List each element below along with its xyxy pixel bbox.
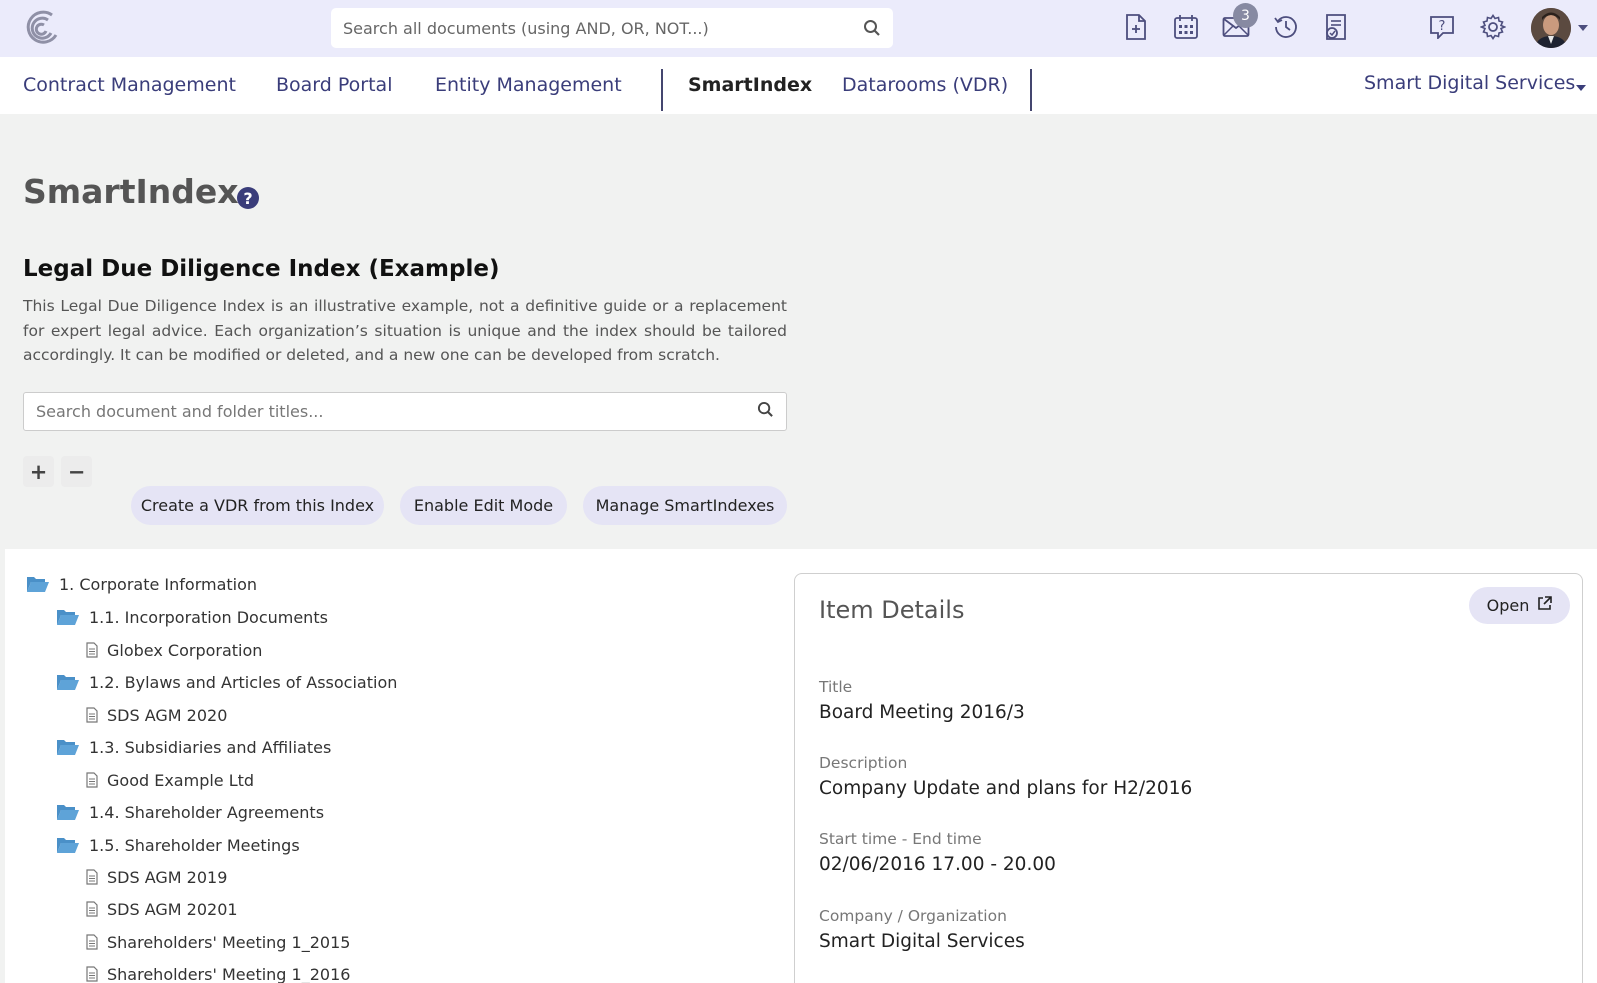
global-search-placeholder: Search all documents (using AND, OR, NOT…: [343, 18, 709, 38]
document-icon: [86, 869, 98, 885]
tree-folder[interactable]: 1.1. Incorporation Documents: [56, 605, 328, 629]
field-company-value: Smart Digital Services: [819, 931, 1025, 952]
nav-datarooms[interactable]: Datarooms (VDR): [842, 74, 1008, 96]
folder-open-icon: [56, 608, 80, 626]
tree-folder[interactable]: 1.4. Shareholder Agreements: [56, 800, 324, 824]
tree-file[interactable]: SDS AGM 20201: [86, 897, 238, 921]
folder-open-icon: [26, 575, 50, 593]
document-icon: [86, 901, 98, 917]
tree-label: SDS AGM 20201: [107, 899, 238, 919]
nav-contract-management[interactable]: Contract Management: [23, 74, 236, 96]
open-item-button[interactable]: Open: [1469, 587, 1570, 624]
field-description-label: Description: [819, 754, 908, 772]
tree-folder[interactable]: 1.3. Subsidiaries and Affiliates: [56, 735, 331, 759]
field-time-label: Start time - End time: [819, 830, 982, 848]
user-menu-chevron-icon[interactable]: [1578, 25, 1588, 31]
manage-smartindexes-button[interactable]: Manage SmartIndexes: [583, 486, 787, 525]
document-icon: [86, 934, 98, 950]
tree-label: SDS AGM 2019: [107, 867, 228, 887]
tree-label: SDS AGM 2020: [107, 705, 228, 725]
create-vdr-button[interactable]: Create a VDR from this Index: [131, 486, 384, 525]
expand-all-button[interactable]: +: [23, 456, 54, 487]
settings-gear-icon[interactable]: [1478, 12, 1508, 42]
document-icon: [86, 966, 98, 982]
folder-open-icon: [56, 836, 80, 854]
search-icon[interactable]: [863, 19, 881, 37]
chevron-down-icon[interactable]: [1576, 85, 1586, 91]
item-details-title: Item Details: [819, 596, 965, 624]
document-icon: [86, 642, 98, 658]
item-details-card: Item Details Open Title Board Meeting 20…: [794, 573, 1583, 983]
organization-selector[interactable]: Smart Digital Services: [1364, 72, 1575, 94]
search-icon[interactable]: [757, 401, 774, 422]
svg-text:?: ?: [1439, 19, 1446, 34]
tree-label: Shareholders' Meeting 1_2016: [107, 964, 351, 983]
field-title-label: Title: [819, 678, 853, 696]
tree-label: 1.4. Shareholder Agreements: [89, 802, 325, 822]
index-description: This Legal Due Diligence Index is an ill…: [23, 297, 787, 364]
tree-folder[interactable]: 1. Corporate Information: [26, 572, 257, 596]
notification-badge: 3: [1233, 3, 1258, 28]
tree-label: 1. Corporate Information: [59, 574, 258, 594]
tree-folder[interactable]: 1.2. Bylaws and Articles of Association: [56, 670, 397, 694]
tree-file[interactable]: Globex Corporation: [86, 638, 262, 662]
folder-open-icon: [56, 738, 80, 756]
help-chat-icon[interactable]: ?: [1427, 12, 1457, 42]
module-nav: Contract Management Board Portal Entity …: [0, 57, 1597, 114]
nav-smartindex[interactable]: SmartIndex: [688, 74, 812, 96]
tree-label: 1.5. Shareholder Meetings: [89, 835, 300, 855]
field-company-label: Company / Organization: [819, 907, 1007, 925]
tree-folder[interactable]: 1.5. Shareholder Meetings: [56, 833, 300, 857]
tree-search-input[interactable]: Search document and folder titles...: [23, 392, 787, 431]
tree-label: Good Example Ltd: [107, 770, 255, 790]
calendar-icon[interactable]: [1171, 12, 1201, 42]
tree-file[interactable]: Good Example Ltd: [86, 768, 254, 792]
top-bar: Search all documents (using AND, OR, NOT…: [0, 0, 1597, 57]
reports-icon[interactable]: [1321, 12, 1351, 42]
tree-label: Shareholders' Meeting 1_2015: [107, 932, 351, 952]
tree-label: Globex Corporation: [107, 640, 263, 660]
enable-edit-mode-button[interactable]: Enable Edit Mode: [400, 486, 567, 525]
folder-open-icon: [56, 673, 80, 691]
tree-file[interactable]: SDS AGM 2019: [86, 865, 227, 889]
tree-file[interactable]: Shareholders' Meeting 1_2016: [86, 962, 350, 983]
new-document-icon[interactable]: [1121, 12, 1151, 42]
document-icon: [86, 772, 98, 788]
tree-label: 1.2. Bylaws and Articles of Association: [89, 672, 398, 692]
nav-divider: [661, 69, 663, 111]
tree-file[interactable]: SDS AGM 2020: [86, 703, 227, 727]
history-icon[interactable]: [1271, 12, 1301, 42]
question-circle-icon[interactable]: ?: [237, 187, 259, 209]
tree-file[interactable]: Shareholders' Meeting 1_2015: [86, 930, 350, 954]
field-time-value: 02/06/2016 17.00 - 20.00: [819, 854, 1056, 875]
tree-label: 1.3. Subsidiaries and Affiliates: [89, 737, 332, 757]
nav-entity-management[interactable]: Entity Management: [435, 74, 622, 96]
collapse-all-button[interactable]: −: [61, 456, 92, 487]
document-icon: [86, 707, 98, 723]
field-description-value: Company Update and plans for H2/2016: [819, 778, 1193, 799]
index-title: Legal Due Diligence Index (Example): [23, 256, 500, 282]
open-button-label: Open: [1486, 596, 1530, 615]
app-logo-icon[interactable]: [22, 7, 62, 47]
nav-board-portal[interactable]: Board Portal: [276, 74, 392, 96]
page-title: SmartIndex: [23, 172, 239, 211]
tree-search-placeholder: Search document and folder titles...: [36, 402, 324, 421]
user-avatar[interactable]: [1531, 8, 1571, 48]
nav-divider: [1030, 69, 1032, 111]
field-title-value: Board Meeting 2016/3: [819, 702, 1025, 723]
tree-label: 1.1. Incorporation Documents: [89, 607, 328, 627]
external-link-icon: [1537, 596, 1553, 615]
global-search-input[interactable]: Search all documents (using AND, OR, NOT…: [331, 8, 893, 48]
folder-open-icon: [56, 803, 80, 821]
